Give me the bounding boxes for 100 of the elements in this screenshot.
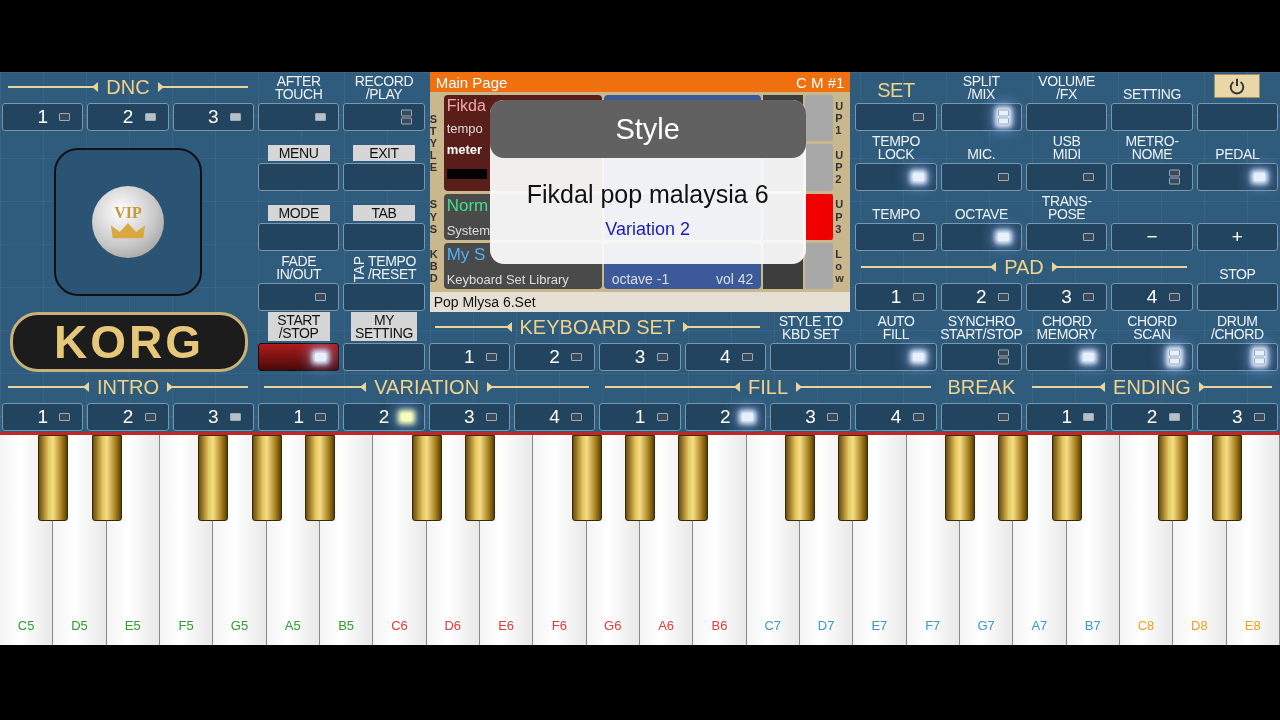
panel-button[interactable]: 3 [1196, 403, 1278, 431]
section-title: BREAK [947, 375, 1016, 399]
piano-key[interactable] [998, 435, 1029, 521]
piano-key[interactable] [678, 435, 709, 521]
piano-key[interactable] [411, 435, 442, 521]
piano-key[interactable] [1211, 435, 1242, 521]
part-label: UP2 [835, 149, 845, 186]
piano-key[interactable] [838, 435, 869, 521]
button-label: MY SETTING [351, 312, 417, 341]
button-label: TEMPO LOCK [872, 135, 920, 162]
button-label: TAB [353, 205, 415, 221]
panel-button[interactable] [258, 343, 340, 371]
panel-button[interactable]: 2 [1111, 403, 1193, 431]
panel-button[interactable]: 1 [428, 343, 510, 371]
panel-button[interactable] [855, 163, 937, 191]
part-label: Low [835, 247, 845, 284]
crown-icon [109, 222, 147, 240]
piano-key[interactable] [1158, 435, 1189, 521]
button-label: DRUM /CHORD [1210, 315, 1264, 342]
button-label: MODE [267, 205, 330, 221]
button-label: METRO- NOME [1125, 135, 1179, 162]
panel-button[interactable]: + [1196, 223, 1278, 251]
panel-button[interactable]: 1 [258, 403, 340, 431]
section-text: meter [446, 142, 483, 157]
section-text: My S [446, 244, 486, 265]
piano-key[interactable] [38, 435, 69, 521]
popup-title: Style [489, 100, 806, 158]
piano-key[interactable] [945, 435, 975, 521]
panel-button[interactable]: 2 [684, 403, 766, 431]
section-text: Fikda [446, 97, 486, 115]
power-icon[interactable] [1214, 74, 1261, 98]
button-label: CHORD SCAN [1127, 315, 1177, 342]
part-label: UP3 [835, 198, 845, 235]
button-label: FADE IN/OUT [276, 255, 322, 282]
panel-button[interactable]: 3 [428, 403, 510, 431]
button-label: OCTAVE [954, 208, 1008, 222]
piano-key[interactable] [91, 435, 122, 521]
button-label: CHORD MEMORY [1036, 315, 1097, 342]
panel-button[interactable]: 1 [599, 403, 681, 431]
panel-button[interactable]: 1 [855, 283, 937, 311]
section-title: FILL [748, 375, 788, 399]
piano-key[interactable] [251, 435, 282, 521]
section-title: INTRO [96, 375, 160, 399]
panel-button[interactable]: 3 [172, 103, 254, 131]
memory-code: C M #1 [795, 73, 845, 91]
panel-button[interactable]: 1 [2, 103, 84, 131]
section-text: System [446, 222, 490, 238]
panel-button[interactable]: 4 [514, 403, 596, 431]
panel-button[interactable] [1111, 343, 1193, 371]
button-label: MIC. [967, 148, 996, 162]
section-label: KBD [429, 247, 439, 284]
panel-button[interactable] [1196, 163, 1278, 191]
panel-button[interactable]: 4 [684, 343, 766, 371]
panel-button[interactable]: 2 [343, 403, 425, 431]
piano-key[interactable] [571, 435, 602, 521]
logo: KORG [10, 312, 248, 372]
piano-key[interactable] [785, 435, 815, 521]
panel-button[interactable]: 3 [172, 403, 254, 431]
panel-button[interactable]: 3 [770, 403, 852, 431]
section-text: tempo [446, 121, 483, 136]
panel-button[interactable]: 4 [1111, 283, 1193, 311]
button-label: TEMPO [872, 208, 920, 222]
panel-button[interactable]: 2 [87, 103, 169, 131]
status-bar: Pop Mlysa 6.Set [429, 292, 851, 312]
button-label: SPLIT /MIX [962, 75, 1000, 102]
button-label: STYLE TO KBD SET [778, 315, 843, 342]
button-label: AFTER TOUCH [274, 75, 323, 102]
panel-button[interactable]: 2 [87, 403, 169, 431]
panel-button[interactable]: 2 [940, 283, 1022, 311]
section-label: STYLE [429, 112, 438, 173]
panel-button[interactable] [1196, 343, 1278, 371]
part-label: UP1 [835, 100, 845, 137]
section-title: DNC [106, 75, 150, 99]
panel-button[interactable]: 3 [599, 343, 681, 371]
button-label: AUTO FILL [877, 315, 915, 342]
button-label: MENU [267, 145, 330, 161]
part-octave: octave -1 [611, 271, 670, 287]
button-label: SYNCHRO START/STOP [940, 315, 1023, 342]
piano-key[interactable] [625, 435, 655, 521]
piano-key[interactable] [305, 435, 335, 521]
panel-button[interactable] [940, 103, 1022, 131]
panel-button[interactable]: 3 [1026, 283, 1108, 311]
panel-button[interactable] [940, 223, 1022, 251]
panel-button[interactable]: − [1111, 223, 1193, 251]
panel-button[interactable]: 2 [514, 343, 596, 371]
button-label: USB MIDI [1052, 135, 1081, 162]
piano-key[interactable] [465, 435, 495, 521]
section-title: VARIATION [374, 375, 480, 399]
panel-button[interactable]: 4 [855, 403, 937, 431]
page-title: Main Page [435, 73, 508, 91]
piano-key[interactable] [1051, 435, 1082, 521]
panel-button[interactable] [1026, 343, 1108, 371]
piano-key[interactable] [198, 435, 229, 521]
panel-button[interactable] [855, 343, 937, 371]
part-volume: vol 42 [715, 271, 754, 287]
button-label: VOLUME /FX [1038, 75, 1095, 102]
variation-name: Variation 2 [605, 219, 690, 240]
panel-button[interactable]: 1 [1026, 403, 1108, 431]
panel-button[interactable]: 1 [2, 403, 84, 431]
button-label: SET [877, 79, 915, 102]
